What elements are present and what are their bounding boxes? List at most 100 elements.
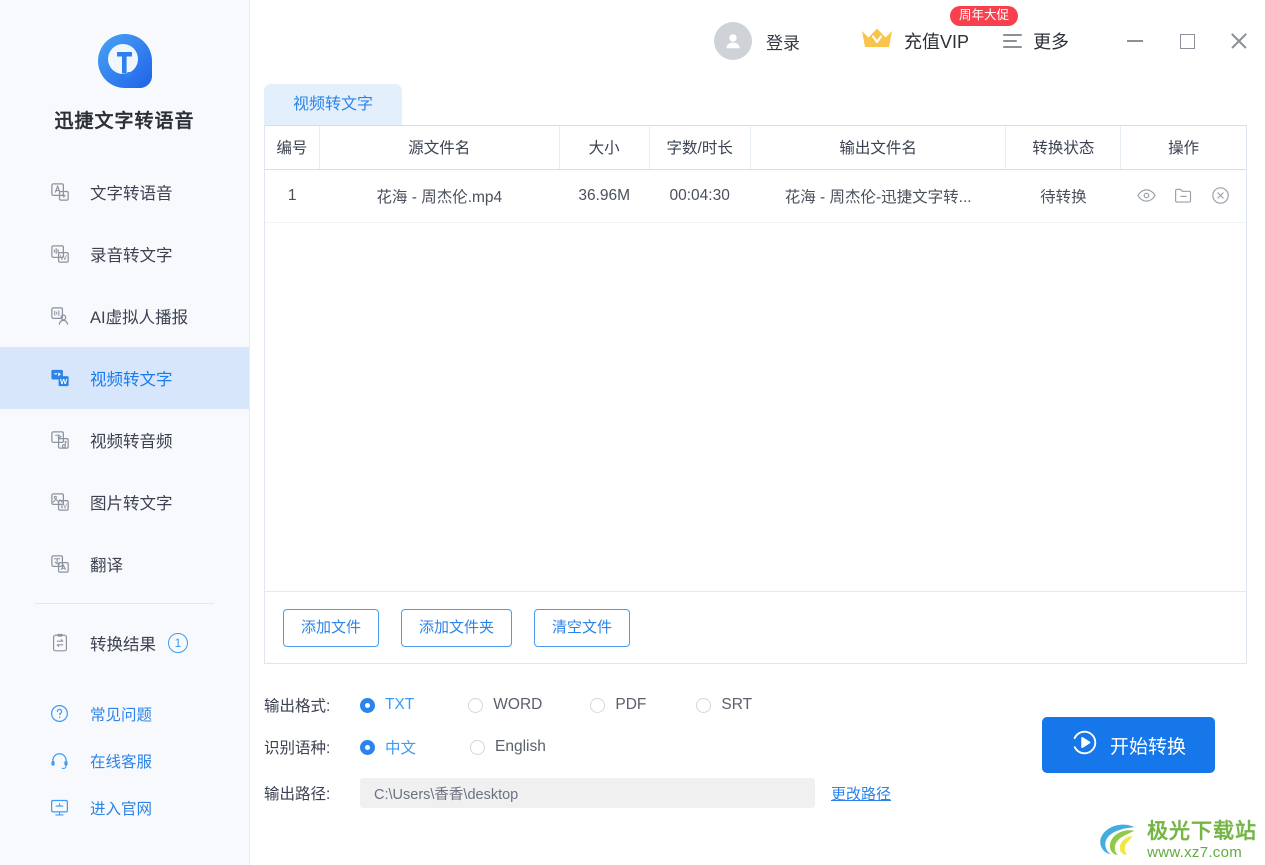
table-empty-space <box>265 223 1246 592</box>
sidebar-link-website[interactable]: 进入官网 <box>0 784 249 831</box>
cell-size: 36.96M <box>559 169 650 223</box>
output-format-label: 输出格式: <box>264 698 331 715</box>
titlebar: 登录 充值VIP 周年大促 更多 <box>250 0 1265 82</box>
sidebar-item-image-to-text[interactable]: W 图片转文字 <box>0 471 249 533</box>
clear-files-button[interactable]: 清空文件 <box>534 608 631 647</box>
watermark-name: 极光下载站 <box>1147 820 1258 843</box>
sidebar-item-text-to-speech[interactable]: 文字转语音 <box>0 161 249 223</box>
results-count-badge: 1 <box>168 633 188 653</box>
crown-icon <box>860 26 894 57</box>
question-circle-icon <box>48 703 70 725</box>
format-option-txt[interactable]: TXT <box>360 696 414 714</box>
radio-indicator <box>360 697 375 713</box>
language-option-english[interactable]: English <box>470 738 546 756</box>
file-actions-bar: 添加文件 添加文件夹 清空文件 <box>265 591 1247 663</box>
file-list-panel: 编号 源文件名 大小 字数/时长 输出文件名 转换状态 操作 1 花海 - 周杰… <box>264 125 1248 664</box>
translate-icon <box>48 552 72 576</box>
sidebar-item-label: AI虚拟人播报 <box>90 309 189 327</box>
radio-indicator <box>696 697 712 713</box>
sidebar-item-video-to-text[interactable]: W 视频转文字 <box>0 347 249 409</box>
ai-avatar-icon <box>48 304 72 328</box>
sidebar-item-translate[interactable]: 翻译 <box>0 533 249 595</box>
sidebar-item-video-to-audio[interactable]: 视频转音频 <box>0 409 249 471</box>
video-to-text-icon: W <box>48 366 72 390</box>
sidebar-item-ai-avatar[interactable]: AI虚拟人播报 <box>0 285 249 347</box>
window-controls <box>1109 17 1265 65</box>
cell-duration: 00:04:30 <box>649 169 751 223</box>
login-label: 登录 <box>766 33 801 53</box>
minimize-icon <box>1127 40 1144 42</box>
column-header-no: 编号 <box>265 126 320 170</box>
start-convert-label: 开始转换 <box>1110 736 1187 758</box>
audio-to-text-icon: W <box>48 242 72 266</box>
radio-indicator <box>360 739 375 755</box>
svg-text:W: W <box>60 377 68 386</box>
start-convert-button[interactable]: 开始转换 <box>1042 717 1216 773</box>
sidebar-item-results[interactable]: 转换结果 1 <box>0 612 249 674</box>
sidebar-link-support[interactable]: 在线客服 <box>0 737 249 784</box>
watermark-url: www.xz7.com <box>1147 844 1243 861</box>
change-path-link[interactable]: 更改路径 <box>831 783 891 804</box>
sidebar-nav: 文字转语音 W 录音转文字 AI虚拟人播报 W 视频转文字 视频转音频 W 图片… <box>0 161 249 831</box>
vip-button[interactable]: 充值VIP 周年大促 <box>860 5 1019 57</box>
tab-video-to-text[interactable]: 视频转文字 <box>264 83 403 125</box>
cell-output-name: 花海 - 周杰伦-迅捷文字转... <box>750 169 1006 223</box>
remove-circle-icon[interactable] <box>1210 185 1231 206</box>
radio-indicator <box>470 739 486 755</box>
language-option-label: English <box>495 738 546 755</box>
format-option-pdf[interactable]: PDF <box>590 696 646 714</box>
app-window: 迅捷文字转语音 文字转语音 W 录音转文字 AI虚拟人播报 W 视频转文字 视频… <box>0 0 1265 865</box>
image-to-text-icon: W <box>48 490 72 514</box>
sidebar-item-label: 文字转语音 <box>90 185 173 203</box>
login-button[interactable]: 登录 <box>714 22 800 60</box>
sidebar-divider <box>35 603 214 604</box>
cell-no: 1 <box>265 169 320 223</box>
maximize-icon <box>1179 33 1195 49</box>
minimize-button[interactable] <box>1109 17 1161 65</box>
user-avatar-icon <box>714 22 753 60</box>
more-button[interactable]: 更多 <box>1003 28 1069 54</box>
table-header-row: 编号 源文件名 大小 字数/时长 输出文件名 转换状态 操作 <box>265 126 1247 170</box>
play-circle-icon <box>1071 729 1098 762</box>
format-option-label: WORD <box>493 696 543 713</box>
preview-eye-icon[interactable] <box>1136 185 1157 206</box>
add-folder-button[interactable]: 添加文件夹 <box>401 608 513 647</box>
format-option-word[interactable]: WORD <box>468 696 542 714</box>
sidebar-links: 常见问题 在线客服 进入官网 <box>0 690 249 831</box>
app-logo-icon <box>92 28 158 94</box>
tab-strip: 视频转文字 <box>250 82 1265 125</box>
sidebar-item-audio-to-text[interactable]: W 录音转文字 <box>0 223 249 285</box>
output-path-input[interactable] <box>360 778 815 808</box>
close-button[interactable] <box>1213 17 1265 65</box>
svg-text:W: W <box>60 501 67 510</box>
file-table: 编号 源文件名 大小 字数/时长 输出文件名 转换状态 操作 1 花海 - 周杰… <box>265 126 1247 223</box>
maximize-button[interactable] <box>1161 17 1213 65</box>
column-header-duration: 字数/时长 <box>649 126 751 170</box>
cell-status: 待转换 <box>1005 169 1121 223</box>
language-option-chinese[interactable]: 中文 <box>360 736 416 758</box>
radio-indicator <box>468 697 484 713</box>
sidebar-link-faq[interactable]: 常见问题 <box>0 690 249 737</box>
video-to-audio-icon <box>48 428 72 452</box>
add-file-button[interactable]: 添加文件 <box>283 608 380 647</box>
table-row[interactable]: 1 花海 - 周杰伦.mp4 36.96M 00:04:30 花海 - 周杰伦-… <box>265 169 1247 223</box>
sidebar-item-label: 录音转文字 <box>90 247 173 265</box>
output-path-row: 输出路径: 更改路径 <box>264 772 1265 814</box>
column-header-actions: 操作 <box>1120 126 1247 170</box>
column-header-status: 转换状态 <box>1005 126 1122 170</box>
brand: 迅捷文字转语音 <box>0 0 249 133</box>
cell-source-name: 花海 - 周杰伦.mp4 <box>319 169 560 223</box>
column-header-output: 输出文件名 <box>750 126 1007 170</box>
more-label: 更多 <box>1033 32 1070 52</box>
sidebar-link-label: 常见问题 <box>90 706 153 724</box>
open-folder-icon[interactable] <box>1173 185 1194 206</box>
text-to-speech-icon <box>48 180 72 204</box>
headset-icon <box>48 750 70 772</box>
format-option-srt[interactable]: SRT <box>696 696 752 714</box>
sidebar-link-label: 进入官网 <box>90 800 153 818</box>
sidebar: 迅捷文字转语音 文字转语音 W 录音转文字 AI虚拟人播报 W 视频转文字 视频… <box>0 0 250 865</box>
brand-name: 迅捷文字转语音 <box>54 111 195 132</box>
radio-indicator <box>590 697 606 713</box>
cell-actions <box>1120 169 1247 223</box>
language-label: 识别语种: <box>264 740 331 757</box>
